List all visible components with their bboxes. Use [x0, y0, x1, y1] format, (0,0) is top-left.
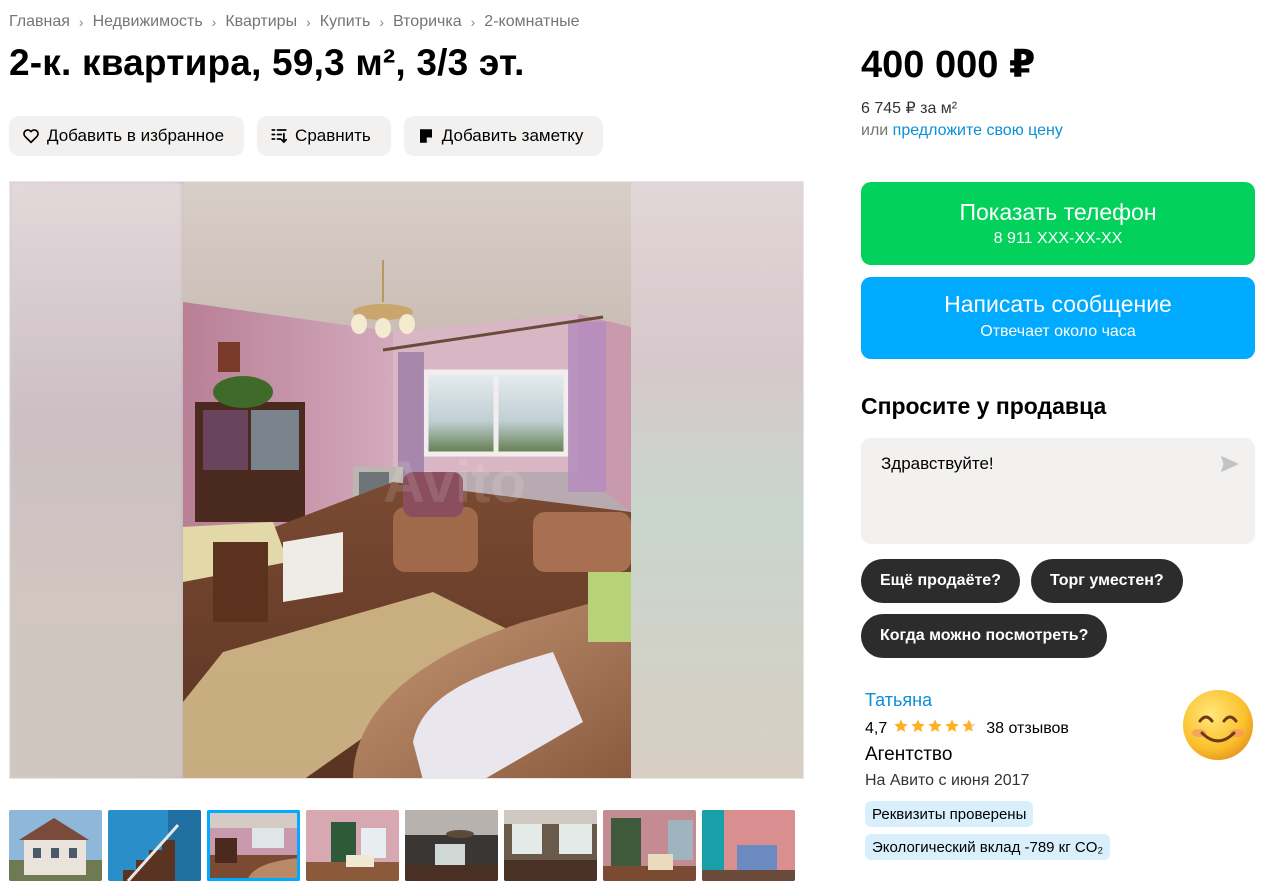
- eco-contribution-badge[interactable]: Экологический вклад -789 кг CO₂: [865, 834, 1111, 860]
- star-icon: [961, 718, 977, 739]
- breadcrumb-separator: ›: [78, 14, 84, 30]
- ask-seller-title: Спросите у продавца: [861, 393, 1107, 419]
- breadcrumb-separator: ›: [470, 14, 476, 30]
- heart-icon: [22, 127, 40, 145]
- masked-phone-number: 8 911 XXX-XX-XX: [993, 230, 1123, 247]
- ask-seller-box: [861, 438, 1255, 544]
- verified-badge: Реквизиты проверены: [865, 801, 1034, 827]
- thumbnail-staircase[interactable]: [108, 810, 201, 881]
- main-photo[interactable]: Avito: [9, 181, 804, 779]
- star-icon: [893, 718, 909, 739]
- seller-rating: 4,7 38 отзывов: [865, 718, 1069, 739]
- show-phone-button[interactable]: Показать телефон 8 911 XXX-XX-XX: [861, 182, 1255, 265]
- breadcrumb-buy[interactable]: Купить: [320, 13, 371, 31]
- breadcrumb-separator: ›: [306, 14, 311, 30]
- living-room-photo: Avito: [183, 182, 631, 778]
- avito-watermark: Avito: [383, 450, 526, 515]
- offer-prefix: или: [861, 122, 889, 139]
- rating-stars: [893, 718, 977, 739]
- seller-type: Агентство: [865, 744, 953, 765]
- breadcrumb: Главная › Недвижимость › Квартиры › Купи…: [9, 13, 580, 31]
- seller-reviews-link[interactable]: 38 отзывов: [986, 720, 1069, 738]
- photo-thumbnails: [9, 810, 795, 881]
- send-icon[interactable]: [1219, 453, 1241, 475]
- price: 400 000 ₽: [861, 44, 1036, 86]
- offer-price: или предложите свою цену: [861, 122, 1063, 140]
- add-note-label: Добавить заметку: [441, 126, 584, 145]
- quick-question-still-selling[interactable]: Ещё продаёте?: [861, 559, 1020, 603]
- thumbnail-ceiling-lamp-room[interactable]: [405, 810, 498, 881]
- breadcrumb-secondary[interactable]: Вторичка: [393, 13, 462, 31]
- star-icon: [927, 718, 943, 739]
- thumbnail-teal-door-room[interactable]: [702, 810, 795, 881]
- send-message-button[interactable]: Написать сообщение Отвечает около часа: [861, 277, 1255, 359]
- thumbnail-wardrobe-room[interactable]: [603, 810, 696, 881]
- seller-rating-value: 4,7: [865, 719, 888, 737]
- offer-price-link[interactable]: предложите свою цену: [893, 122, 1063, 139]
- quick-question-viewing[interactable]: Когда можно посмотреть?: [861, 614, 1108, 658]
- add-to-favorites-button[interactable]: Добавить в избранное: [9, 116, 245, 156]
- photo-blur-right: [630, 182, 803, 778]
- response-time: Отвечает около часа: [980, 323, 1136, 340]
- thumbnail-living-room[interactable]: [207, 810, 300, 881]
- photo-blur-left: [10, 182, 183, 778]
- send-message-label: Написать сообщение: [944, 291, 1172, 317]
- quick-question-bargain[interactable]: Торг уместен?: [1030, 559, 1183, 603]
- add-note-button[interactable]: Добавить заметку: [403, 116, 604, 156]
- thumbnail-window-room[interactable]: [504, 810, 597, 881]
- breadcrumb-separator: ›: [379, 14, 385, 30]
- breadcrumb-separator: ›: [211, 14, 217, 30]
- compare-label: Сравнить: [295, 126, 371, 145]
- seller-avatar[interactable]: [1182, 689, 1254, 761]
- show-phone-label: Показать телефон: [959, 199, 1157, 225]
- seller-name-link[interactable]: Татьяна: [865, 690, 932, 711]
- note-icon: [417, 127, 435, 145]
- breadcrumb-2-rooms[interactable]: 2-комнатные: [484, 13, 579, 31]
- star-icon: [910, 718, 926, 739]
- compare-icon: [270, 127, 288, 145]
- thumbnail-house-exterior[interactable]: [9, 810, 102, 881]
- thumbnail-kitchen-room[interactable]: [306, 810, 399, 881]
- ask-seller-input[interactable]: [861, 438, 1255, 544]
- breadcrumb-apartments[interactable]: Квартиры: [225, 13, 297, 31]
- star-icon: [944, 718, 960, 739]
- quick-questions: Ещё продаёте? Торг уместен? Когда можно …: [861, 559, 1261, 658]
- add-to-favorites-label: Добавить в избранное: [47, 126, 225, 145]
- breadcrumb-real-estate[interactable]: Недвижимость: [93, 13, 203, 31]
- compare-button[interactable]: Сравнить: [257, 116, 391, 156]
- breadcrumb-home[interactable]: Главная: [9, 13, 70, 31]
- seller-since: На Авито с июня 2017: [865, 772, 1030, 789]
- listing-actions: Добавить в избранное Сравнить Добавить з…: [9, 116, 604, 156]
- price-per-meter: 6 745 ₽ за м²: [861, 100, 958, 117]
- page-title: 2-к. квартира, 59,3 м², 3/3 эт.: [9, 42, 525, 83]
